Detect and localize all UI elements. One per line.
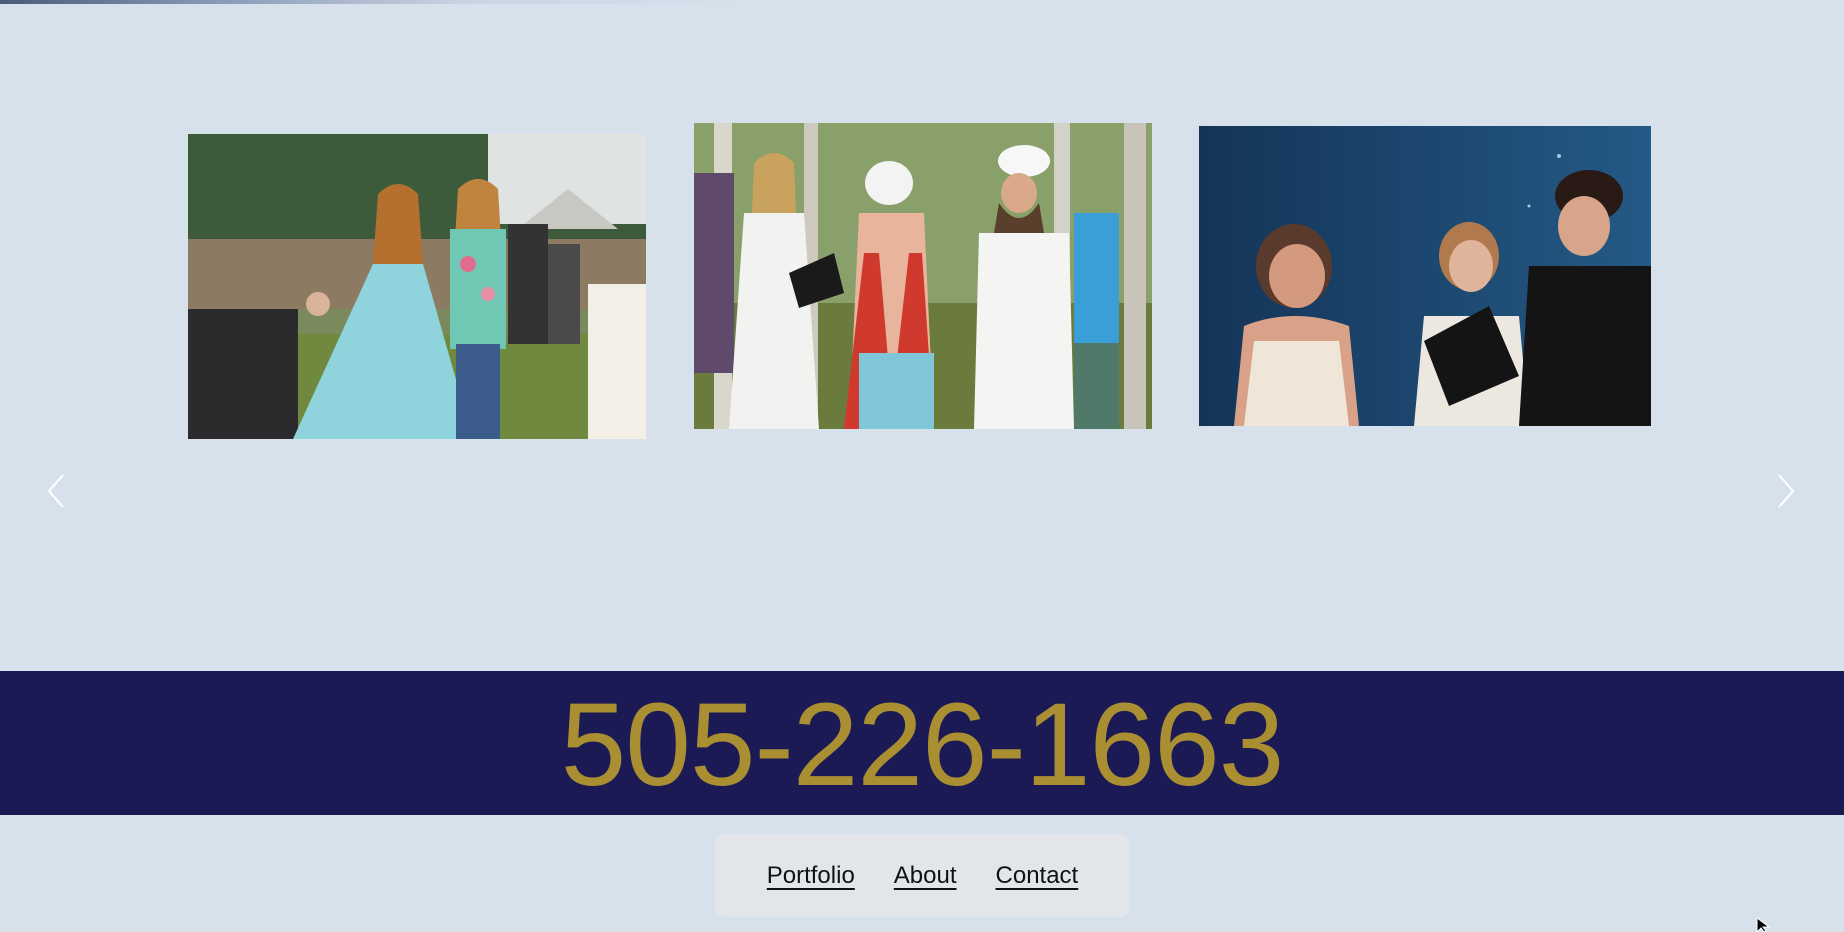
gallery-slide-2[interactable] [694, 123, 1152, 429]
gallery-prev-button[interactable] [38, 466, 74, 516]
nav-link-about[interactable]: About [894, 862, 957, 890]
footer-nav: Portfolio About Contact [715, 834, 1130, 917]
gallery-slide-3[interactable] [1199, 126, 1651, 426]
gallery-slide-1[interactable] [188, 134, 646, 439]
photo-officiant-laughing [1199, 126, 1651, 426]
mouse-cursor-icon [1756, 918, 1771, 932]
chevron-left-icon [47, 474, 64, 508]
nav-link-contact[interactable]: Contact [996, 862, 1079, 890]
photo-couple-walking-aisle [188, 134, 646, 439]
phone-banner: 505-226-1663 [0, 671, 1844, 815]
chevron-right-icon [1778, 474, 1795, 508]
nav-link-portfolio[interactable]: Portfolio [767, 862, 855, 890]
photo-gallery [0, 4, 1844, 670]
phone-number[interactable]: 505-226-1663 [561, 686, 1285, 804]
photo-outdoor-ceremony [694, 123, 1152, 429]
gallery-next-button[interactable] [1768, 466, 1804, 516]
